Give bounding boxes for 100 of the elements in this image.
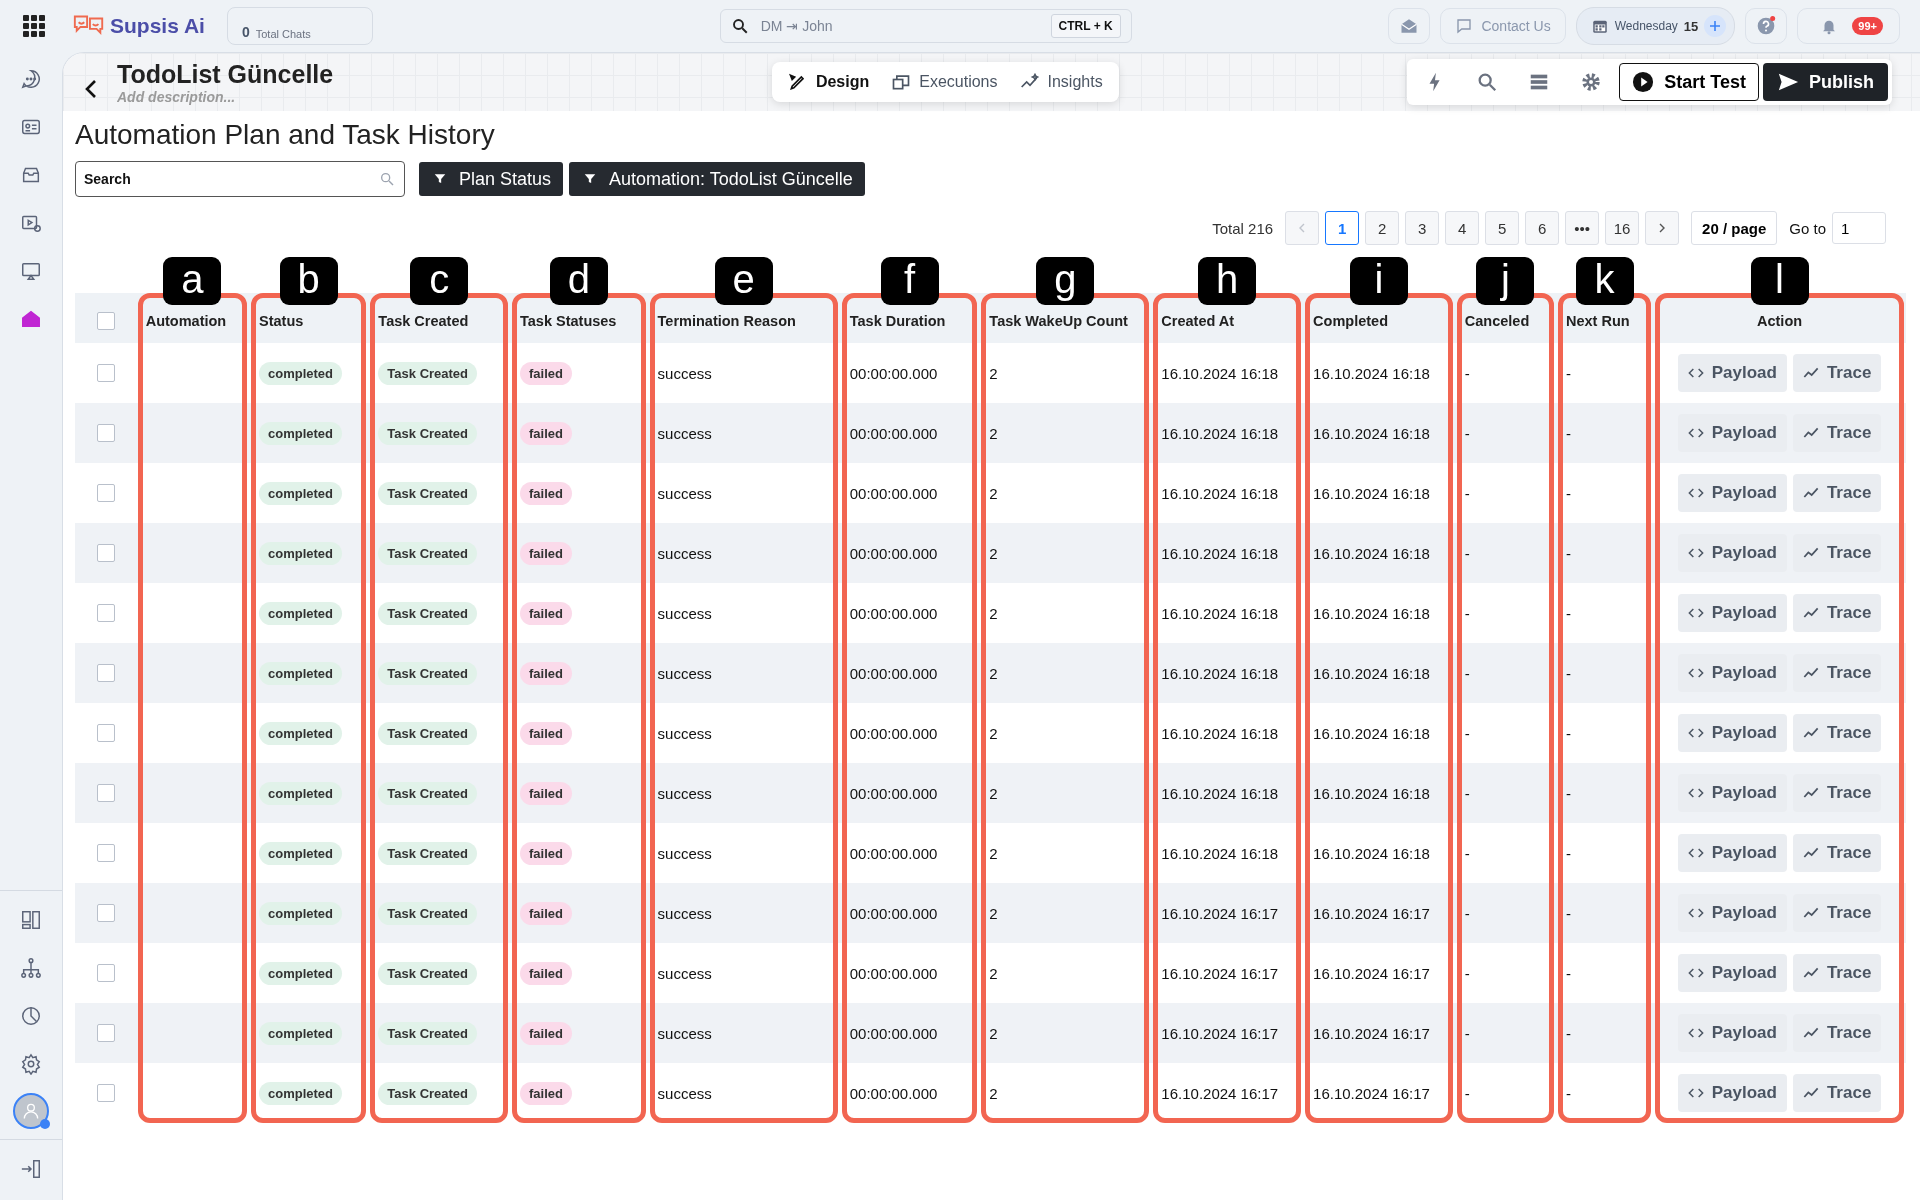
publish-button[interactable]: Publish xyxy=(1763,63,1888,101)
play-icon xyxy=(1632,71,1655,93)
trace-button[interactable]: Trace xyxy=(1792,1074,1882,1112)
go-to-field[interactable]: 1 xyxy=(1832,212,1886,244)
payload-button[interactable]: Payload xyxy=(1677,714,1787,752)
description-field[interactable]: Add description... xyxy=(117,88,317,105)
filter-button[interactable]: Plan Status xyxy=(419,162,564,196)
row-checkbox[interactable] xyxy=(97,604,115,622)
trace-button[interactable]: Trace xyxy=(1792,474,1882,512)
page-button[interactable]: 3 xyxy=(1405,211,1440,245)
page-size-select[interactable]: 20 / page xyxy=(1691,211,1778,245)
brand-name: Supsis Ai xyxy=(110,14,205,38)
status-tag: completed xyxy=(259,901,342,925)
status-tag: Task Created xyxy=(378,841,478,865)
add-button[interactable] xyxy=(1704,15,1727,37)
status-tag: failed xyxy=(520,781,572,805)
help-icon xyxy=(1756,16,1777,36)
mode-tab[interactable]: Executions xyxy=(885,68,1004,96)
page-button[interactable]: 2 xyxy=(1365,211,1400,245)
search-field[interactable]: DM ⇥ John CTRL + K xyxy=(719,9,1132,43)
payload-button[interactable]: Payload xyxy=(1677,774,1787,812)
annotation-label: k xyxy=(1575,257,1634,305)
table-cell: success xyxy=(647,1003,840,1063)
go-to-label: Go to xyxy=(1789,219,1826,237)
payload-button[interactable]: Payload xyxy=(1677,954,1787,992)
avatar[interactable] xyxy=(13,1093,49,1129)
filter-button[interactable]: Automation: TodoList Güncelle xyxy=(569,162,865,196)
mode-tab[interactable]: Design xyxy=(781,68,876,96)
payload-button[interactable]: Payload xyxy=(1677,654,1787,692)
page-button[interactable]: 6 xyxy=(1525,211,1560,245)
trace-button[interactable]: Trace xyxy=(1792,594,1882,632)
status-tag: completed xyxy=(259,421,342,445)
row-checkbox[interactable] xyxy=(97,364,115,382)
row-checkbox[interactable] xyxy=(97,1024,115,1042)
page-button[interactable]: 5 xyxy=(1485,211,1520,245)
day-number: 15 xyxy=(1683,18,1699,34)
table-cell: 16.10.2024 16:17 xyxy=(1151,883,1304,943)
status-tag: completed xyxy=(259,361,342,385)
table-cell: - xyxy=(1556,763,1654,823)
table-cell: 00:00:00.000 xyxy=(839,763,980,823)
table-cell: success xyxy=(647,523,840,583)
payload-button[interactable]: Payload xyxy=(1677,1074,1787,1112)
payload-button[interactable]: Payload xyxy=(1677,1014,1787,1052)
row-checkbox[interactable] xyxy=(97,424,115,442)
page-button[interactable]: 1 xyxy=(1325,211,1360,245)
row-checkbox[interactable] xyxy=(97,844,115,862)
status-tag: Task Created xyxy=(378,721,478,745)
page-button[interactable]: 16 xyxy=(1605,211,1640,245)
trace-button[interactable]: Trace xyxy=(1792,714,1882,752)
table-cell: 2 xyxy=(979,883,1152,943)
trace-button[interactable]: Trace xyxy=(1792,834,1882,872)
row-checkbox[interactable] xyxy=(97,784,115,802)
payload-button[interactable]: Payload xyxy=(1677,894,1787,932)
status-tag: failed xyxy=(520,361,572,385)
total-count: Total 216 xyxy=(1212,219,1274,237)
status-tag: completed xyxy=(259,1021,342,1045)
payload-button[interactable]: Payload xyxy=(1677,414,1787,452)
mode-tab[interactable]: Insights xyxy=(1013,68,1109,96)
trace-button[interactable]: Trace xyxy=(1792,414,1882,452)
help-button[interactable] xyxy=(1745,8,1788,44)
apps-grid-icon[interactable] xyxy=(22,14,46,38)
status-tag: failed xyxy=(520,1021,572,1045)
status-tag: completed xyxy=(259,781,342,805)
row-checkbox[interactable] xyxy=(97,484,115,502)
trace-button[interactable]: Trace xyxy=(1792,534,1882,572)
row-checkbox[interactable] xyxy=(97,964,115,982)
payload-button[interactable]: Payload xyxy=(1677,834,1787,872)
table-cell: 00:00:00.000 xyxy=(839,523,980,583)
row-checkbox[interactable] xyxy=(97,544,115,562)
search-field[interactable]: Search xyxy=(75,161,405,197)
next-page-button[interactable] xyxy=(1645,211,1680,245)
page-button[interactable]: 4 xyxy=(1445,211,1480,245)
annotation-label: a xyxy=(163,257,222,305)
weekday: Wednesday xyxy=(1614,19,1678,33)
payload-button[interactable]: Payload xyxy=(1677,354,1787,392)
payload-button[interactable]: Payload xyxy=(1677,594,1787,632)
trace-button[interactable]: Trace xyxy=(1792,654,1882,692)
table-cell: 16.10.2024 16:18 xyxy=(1303,643,1455,703)
trace-button[interactable]: Trace xyxy=(1792,954,1882,992)
row-checkbox[interactable] xyxy=(97,1084,115,1102)
page-button[interactable]: ••• xyxy=(1565,211,1600,245)
start-test-button[interactable]: Start Test xyxy=(1619,63,1759,101)
previous-page-button[interactable] xyxy=(1285,211,1320,245)
table-cell: 16.10.2024 16:18 xyxy=(1151,763,1304,823)
select-all-checkbox[interactable] xyxy=(97,312,115,330)
mail-button[interactable] xyxy=(1388,8,1431,44)
row-checkbox[interactable] xyxy=(97,724,115,742)
payload-button[interactable]: Payload xyxy=(1677,474,1787,512)
search-icon xyxy=(379,171,395,187)
trace-button[interactable]: Trace xyxy=(1792,1014,1882,1052)
trace-button[interactable]: Trace xyxy=(1792,774,1882,812)
trace-button[interactable]: Trace xyxy=(1792,354,1882,392)
trace-button[interactable]: Trace xyxy=(1792,894,1882,932)
table-cell: 2 xyxy=(979,643,1152,703)
row-checkbox[interactable] xyxy=(97,904,115,922)
table-cell: 16.10.2024 16:18 xyxy=(1151,643,1304,703)
chat-bubble-icon xyxy=(1455,17,1474,35)
payload-button[interactable]: Payload xyxy=(1677,534,1787,572)
row-checkbox[interactable] xyxy=(97,664,115,682)
status-tag: failed xyxy=(520,481,572,505)
